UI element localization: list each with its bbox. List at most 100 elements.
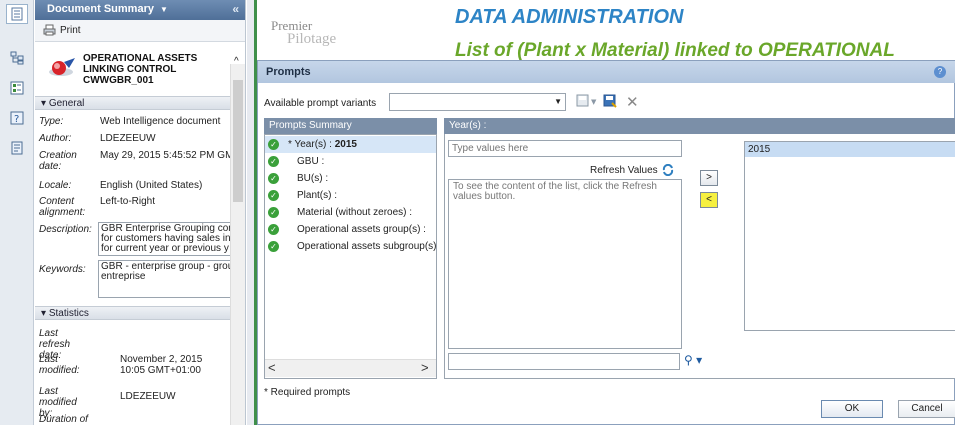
keywords-label: Keywords:: [39, 264, 86, 275]
cancel-button[interactable]: Cancel: [898, 400, 955, 418]
search-binoculars-icon[interactable]: ⚲ ▾: [684, 353, 702, 367]
prompts-summary-header: Prompts Summary: [264, 118, 437, 134]
author-label: Author:: [39, 133, 72, 144]
type-value: Web Intelligence document: [100, 116, 221, 127]
last-modified-by-value: LDEZEEUW: [120, 391, 176, 402]
check-icon: ✓: [268, 207, 279, 218]
prompt-item-value: 2015: [334, 139, 357, 150]
printer-icon: [43, 24, 56, 36]
prompt-variants-label: Available prompt variants: [264, 98, 377, 109]
help-icon[interactable]: ?: [6, 108, 28, 128]
check-icon: ✓: [268, 173, 279, 184]
general-section-label: General: [48, 98, 85, 109]
check-icon: ✓: [268, 241, 279, 252]
check-icon: ✓: [268, 156, 279, 167]
prompt-item-label: Operational assets subgroup(s) :: [297, 241, 443, 252]
required-prompts-note: * Required prompts: [264, 387, 351, 398]
help-icon[interactable]: ?: [934, 66, 946, 78]
last-modified-value: November 2, 2015 10:05 GMT+01:00: [120, 354, 203, 376]
save-variant-icon[interactable]: ▼: [576, 94, 600, 108]
print-label: Print: [60, 24, 81, 36]
prompts-dialog: Prompts ? Available prompt variants ▼ ▼ …: [257, 60, 955, 425]
chevron-down-icon[interactable]: ▼: [160, 5, 168, 14]
pane-splitter[interactable]: [439, 118, 443, 378]
creation-date-value: May 29, 2015 5:45:52 PM GM: [100, 150, 234, 161]
prompt-item-label: Plant(s) :: [297, 190, 338, 201]
refresh-values-label: Refresh Values: [590, 164, 658, 176]
creation-date-label: Creation date:: [39, 150, 77, 172]
year-prompt-header: Year(s) :: [444, 118, 955, 134]
delete-variant-icon[interactable]: ✕: [626, 93, 639, 111]
logo-text-pilotage: Pilotage: [287, 31, 337, 47]
content-alignment-label: Content alignment:: [39, 196, 86, 218]
document-list-icon[interactable]: [6, 138, 28, 158]
check-icon: ✓: [268, 139, 279, 150]
search-values-input[interactable]: [448, 353, 680, 370]
collapse-panel-icon[interactable]: «: [232, 2, 239, 16]
input-controls-icon[interactable]: [6, 78, 28, 98]
description-field[interactable]: GBR Enterprise Grouping con for customer…: [98, 222, 231, 256]
prompt-item-label: Material (without zeroes) :: [297, 207, 413, 218]
scroll-right-icon[interactable]: >: [421, 360, 429, 375]
check-icon: ✓: [268, 190, 279, 201]
side-toolbar: ?: [0, 0, 34, 425]
prompt-item-assets-subgroup[interactable]: ✓ Operational assets subgroup(s) :: [265, 238, 442, 255]
report-header: Premier Pilotage DATA ADMINISTRATION Lis…: [257, 0, 955, 61]
prompt-item-label: BU(s) :: [297, 173, 329, 184]
report-subtitle: List of (Plant x Material) linked to OPE…: [455, 40, 895, 61]
prompt-item-label: GBU :: [297, 156, 325, 167]
panel-toolbar: Print: [35, 20, 245, 42]
selected-values-list[interactable]: [744, 141, 955, 331]
document-title-area: OPERATIONAL ASSETS LINKING CONTROL CWWGB…: [35, 42, 245, 95]
ok-button[interactable]: OK: [821, 400, 883, 418]
save-as-variant-icon[interactable]: [603, 94, 617, 108]
keywords-field[interactable]: GBR - enterprise group - grou entreprise: [98, 260, 231, 298]
prompt-item-gbu[interactable]: ✓ GBU :: [265, 153, 436, 170]
type-values-input[interactable]: [448, 140, 682, 157]
document-title: OPERATIONAL ASSETS LINKING CONTROL CWWGB…: [83, 53, 198, 86]
svg-text:▼: ▼: [591, 98, 597, 106]
prompt-variants-select[interactable]: ▼: [389, 93, 566, 111]
print-button[interactable]: Print: [43, 24, 81, 36]
svg-text:?: ?: [14, 114, 19, 125]
summary-horizontal-scrollbar[interactable]: [265, 359, 436, 377]
statistics-section-label: Statistics: [48, 308, 89, 319]
selected-value-item[interactable]: 2015: [745, 142, 955, 157]
prompt-item-years[interactable]: ✓ * Year(s) : 2015: [265, 136, 436, 153]
prompt-item-assets-group[interactable]: ✓ Operational assets group(s) :: [265, 221, 436, 238]
refresh-values-button[interactable]: Refresh Values: [590, 164, 675, 176]
content-alignment-value: Left-to-Right: [100, 196, 156, 207]
available-values-list[interactable]: To see the content of the list, click th…: [448, 179, 682, 349]
document-summary-panel: Document Summary ▼ « Print OPERATIONAL AS…: [35, 0, 246, 425]
webi-document-icon: [47, 56, 77, 84]
locale-label: Locale:: [39, 180, 72, 191]
duration-label: Duration of: [39, 414, 88, 425]
description-label: Description:: [39, 224, 92, 235]
document-summary-icon[interactable]: [6, 4, 28, 24]
dialog-title: Prompts: [258, 61, 955, 83]
prompts-summary-list: ✓ * Year(s) : 2015 ✓ GBU : ✓ BU(s) : ✓ Plant…: [264, 134, 442, 379]
remove-value-button[interactable]: <: [700, 192, 718, 208]
chevron-down-icon[interactable]: ▼: [554, 97, 562, 106]
prompt-item-material[interactable]: ✓ Material (without zeroes) :: [265, 204, 436, 221]
panel-header[interactable]: Document Summary ▼: [35, 0, 245, 20]
prompt-item-plants[interactable]: ✓ Plant(s) :: [265, 187, 436, 204]
locale-value: English (United States): [100, 180, 203, 191]
check-icon: ✓: [268, 224, 279, 235]
panel-scrollbar-thumb[interactable]: [233, 80, 243, 202]
panel-title: Document Summary: [47, 3, 154, 15]
type-label: Type:: [39, 116, 64, 127]
report-title: DATA ADMINISTRATION: [455, 6, 684, 28]
author-value: LDEZEEUW: [100, 133, 156, 144]
prompt-item-label: * Year(s) :: [288, 139, 335, 150]
statistics-section-header[interactable]: ▾ Statistics: [35, 306, 231, 320]
splitter[interactable]: [247, 0, 254, 425]
refresh-icon: [661, 164, 675, 176]
last-modified-label: Last modified:: [39, 354, 80, 376]
navigation-map-icon[interactable]: [6, 48, 28, 68]
general-section-header[interactable]: ▾ General: [35, 96, 231, 110]
scroll-left-icon[interactable]: <: [268, 360, 276, 375]
prompt-item-bu[interactable]: ✓ BU(s) :: [265, 170, 436, 187]
add-value-button[interactable]: >: [700, 170, 718, 186]
prompt-item-label: Operational assets group(s) :: [297, 224, 426, 235]
